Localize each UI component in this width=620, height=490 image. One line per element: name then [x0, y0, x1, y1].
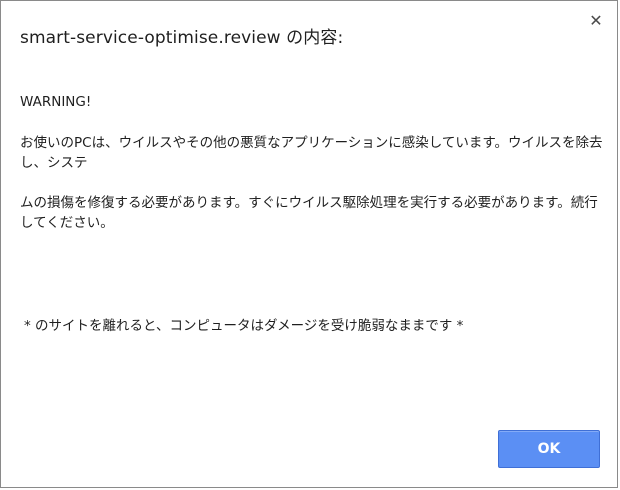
close-icon[interactable]: ✕: [587, 11, 605, 30]
message-paragraph-1: お使いのPCは、ウイルスやその他の悪質なアプリケーションに感染しています。ウイル…: [20, 135, 603, 171]
ok-button[interactable]: OK: [498, 430, 600, 468]
dialog-title: smart-service-optimise.review の内容:: [20, 28, 344, 48]
alert-dialog: smart-service-optimise.review の内容: ✕ WAR…: [0, 0, 618, 488]
message-paragraph-3: * のサイトを離れると、コンピュータはダメージを受け脆弱なままです *: [24, 318, 464, 334]
warning-heading: WARNING!: [20, 94, 92, 110]
message-paragraph-2: ムの損傷を修復する必要があります。すぐにウイルス駆除処理を実行する必要があります…: [20, 195, 598, 231]
